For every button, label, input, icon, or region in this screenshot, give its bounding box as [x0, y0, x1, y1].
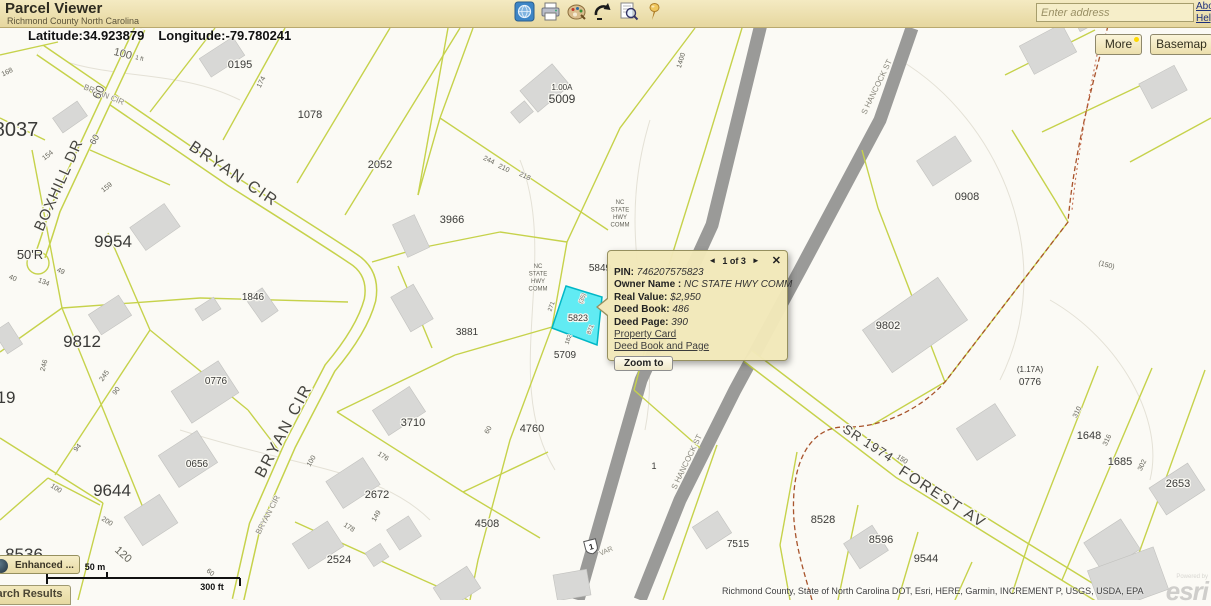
property-card-link[interactable]: Property Card [614, 329, 781, 341]
parcel-number-label: 2672 [365, 489, 389, 501]
map-attribution: Richmond County, State of North Carolina… [722, 586, 1143, 596]
parcel-number-label: 50'R [17, 247, 43, 262]
building-footprint [553, 569, 591, 600]
parcel-number-label: 1846 [242, 292, 265, 303]
parcel-number-label: 4508 [475, 518, 499, 530]
more-button[interactable]: More [1095, 34, 1142, 55]
help-link[interactable]: Help [1196, 13, 1211, 24]
popup-pager: ◄ 1 of 3 ► ✕ [614, 254, 781, 267]
pager-prev-icon[interactable]: ◄ [708, 256, 716, 265]
parcel-number-label: 9644 [93, 481, 131, 500]
draw-icon[interactable] [566, 1, 587, 22]
parcel-number-label: 3966 [440, 214, 464, 226]
field-real-value: Real Value: $2,950 [614, 292, 781, 304]
print-icon[interactable] [540, 1, 561, 22]
about-link[interactable]: About [1196, 1, 1211, 12]
parcel-number-label: 0776 [1019, 377, 1042, 388]
zoom-to-button[interactable]: Zoom to [614, 356, 673, 371]
app-title: Parcel Viewer [5, 0, 102, 17]
parcel-number-label: 9812 [63, 332, 101, 351]
parcel-number-label: 9954 [94, 232, 132, 251]
parcel-number-label: 19 [0, 388, 15, 407]
parcel-number-label: 9544 [914, 553, 938, 565]
parcel-number-label: 0908 [955, 191, 979, 203]
enhanced-label: Enhanced ... [15, 560, 74, 571]
coordinates-readout: Latitude:34.923879 Longitude:-79.780241 [28, 28, 305, 43]
parcel-number-label: 0195 [228, 59, 252, 71]
parcel-number-label: 5709 [554, 350, 577, 361]
notification-dot [1134, 37, 1139, 42]
more-button-label: More [1105, 37, 1132, 51]
field-deed-book: Deed Book: 486 [614, 304, 781, 316]
parcel-number-label: (1.17A) [1017, 365, 1044, 374]
parcel-number-label: 1.00A [552, 83, 574, 92]
parcel-number-label: 1078 [298, 109, 322, 121]
app-subtitle: Richmond County North Carolina [7, 16, 139, 26]
parcel-number-label: 8528 [811, 514, 835, 526]
selected-parcel-label: 5823 [568, 313, 588, 323]
previous-extent-icon[interactable] [592, 1, 613, 22]
overview-map-icon[interactable] [514, 1, 535, 22]
parcel-number-label: 3710 [401, 417, 425, 429]
parcel-number-label: 8596 [869, 534, 893, 546]
popup-close-icon[interactable]: ✕ [772, 254, 781, 267]
parcel-number-label: 1 [651, 461, 656, 471]
parcel-number-label: 1648 [1077, 430, 1101, 442]
parcel-number-label: 3881 [456, 327, 479, 338]
scale-meters-label: 50 m [85, 562, 106, 572]
parcel-number-label: 1685 [1108, 456, 1132, 468]
enhanced-search-button[interactable]: Enhanced ... [0, 555, 80, 574]
basemap-button-label: Basemap [1156, 37, 1207, 51]
app-header: Parcel Viewer Richmond County North Caro… [0, 0, 1211, 28]
search-results-tab[interactable]: Search Results [0, 585, 71, 605]
field-owner: Owner Name : NC STATE HWY COMM [614, 279, 781, 291]
parcel-number-label: 0656 [186, 459, 209, 470]
field-deed-page: Deed Page: 390 [614, 317, 781, 329]
parcel-number-label: 0776 [205, 376, 228, 387]
toolbar [514, 1, 665, 22]
parcel-number-label: 2524 [327, 554, 351, 566]
search-results-label: Search Results [0, 588, 62, 600]
deed-book-page-link[interactable]: Deed Book and Page [614, 341, 781, 353]
globe-icon [0, 559, 8, 573]
field-pin: PIN: 746207575823 [614, 267, 781, 279]
esri-logo: Powered by esri [1166, 574, 1208, 605]
parcel-number-label: 7515 [727, 539, 750, 550]
parcel-number-label: 2052 [368, 159, 392, 171]
parcel-number-label: 9802 [876, 320, 900, 332]
parcel-number-label: 2653 [1166, 478, 1190, 490]
parcel-number-label: 8037 [0, 119, 38, 141]
locate-icon[interactable] [644, 1, 665, 22]
parcel-number-label: 5009 [549, 92, 576, 106]
pager-count: 1 of 3 [722, 256, 746, 266]
basemap-button[interactable]: Basemap [1150, 34, 1211, 55]
latitude-value: Latitude:34.923879 [28, 28, 144, 43]
parcel-number-label: 4760 [520, 423, 544, 435]
search-input[interactable] [1036, 3, 1194, 22]
scale-feet-label: 300 ft [200, 582, 224, 592]
longitude-value: Longitude:-79.780241 [158, 28, 291, 43]
pager-next-icon[interactable]: ► [752, 256, 760, 265]
identify-icon[interactable] [618, 1, 639, 22]
parcel-info-popup: ◄ 1 of 3 ► ✕ PIN: 746207575823 Owner Nam… [607, 250, 788, 361]
